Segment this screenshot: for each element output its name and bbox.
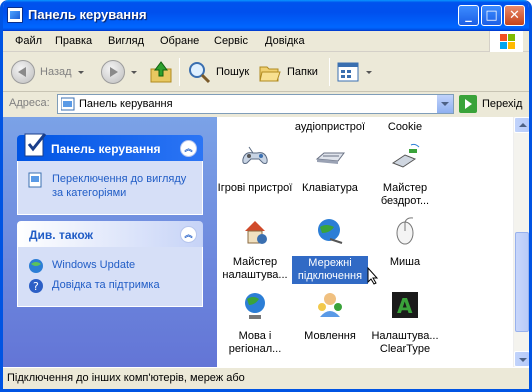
item-wireless-wizard[interactable]: Майстер бездрот...: [367, 141, 443, 208]
switch-to-category-view-link[interactable]: Переключення до вигляду за категоріями: [28, 172, 192, 200]
cleartype-icon: A: [392, 292, 418, 318]
folder-up-icon: [150, 61, 172, 83]
folders-label: Папки: [287, 66, 318, 78]
see-also-section-body: Windows Update ? Довідка та підтримка: [17, 247, 203, 307]
views-button[interactable]: [336, 59, 372, 85]
windows-update-icon: [29, 259, 43, 273]
content-area: Панель керування ︽ Переключення до вигля…: [3, 117, 529, 367]
control-panel-icon: [7, 7, 23, 23]
network-connections-icon: [318, 219, 343, 244]
see-also-section: Див. також ︽ Windows Update ? Довідка та…: [17, 221, 203, 307]
help-and-support-link[interactable]: ? Довідка та підтримка: [28, 278, 192, 293]
items-view: аудіопристрої Cookie Ігрові пристрої Кла…: [217, 117, 513, 367]
chevron-down-icon: [77, 70, 84, 74]
windows-update-link[interactable]: Windows Update: [28, 258, 192, 273]
menu-tools[interactable]: Сервіс: [214, 35, 248, 47]
chevron-down-icon: [366, 70, 372, 74]
see-also-title: Див. також: [29, 228, 94, 242]
address-bar: Адреса: Панель керування Перехід: [3, 92, 529, 116]
views-icon: [337, 62, 359, 82]
menu-edit[interactable]: Правка: [55, 35, 92, 47]
item-game-controllers[interactable]: Ігрові пристрої: [217, 141, 293, 195]
menu-bar: Файл Правка Вигляд Обране Сервіс Довідка: [3, 31, 529, 52]
item-mouse[interactable]: Миша: [367, 215, 443, 269]
control-panel-section: Панель керування ︽ Переключення до вигля…: [17, 133, 203, 215]
scroll-up-button[interactable]: [514, 117, 529, 133]
vertical-scrollbar[interactable]: [513, 117, 529, 367]
control-panel-section-title: Панель керування: [51, 142, 161, 156]
address-dropdown-button[interactable]: [436, 95, 453, 113]
svg-text:A: A: [397, 294, 413, 318]
menu-favorites[interactable]: Обране: [160, 35, 199, 47]
go-label: Перехід: [482, 98, 523, 110]
minimize-button[interactable]: _: [458, 5, 479, 26]
search-icon: [189, 62, 211, 84]
forward-arrow-icon: [101, 60, 125, 84]
window-title: Панель керування: [28, 7, 147, 22]
control-panel-icon: [24, 133, 47, 157]
title-bar[interactable]: Панель керування _ □ ✕: [3, 0, 529, 31]
maximize-button[interactable]: □: [481, 5, 502, 26]
address-label: Адреса:: [9, 97, 50, 109]
chevron-down-icon: [131, 70, 137, 74]
menu-file[interactable]: Файл: [15, 35, 42, 47]
item-network-connections[interactable]: Мережні підключення: [292, 215, 368, 284]
folders-button[interactable]: Папки: [258, 59, 318, 85]
scroll-thumb[interactable]: [515, 232, 529, 332]
go-arrow-icon: [459, 95, 477, 113]
item-cookie[interactable]: Cookie: [367, 117, 443, 134]
item-keyboard[interactable]: Клавіатура: [292, 141, 368, 195]
item-speech[interactable]: Мовлення: [292, 289, 368, 343]
control-panel-section-header[interactable]: Панель керування ︽: [17, 133, 203, 161]
category-view-icon: [28, 172, 42, 188]
menu-help[interactable]: Довідка: [265, 35, 305, 47]
up-button[interactable]: [149, 59, 173, 85]
control-panel-window: Панель керування _ □ ✕ Файл Правка Вигля…: [0, 0, 532, 392]
keyboard-icon: [315, 152, 345, 164]
go-button[interactable]: Перехід: [459, 94, 522, 114]
folders-icon: [259, 66, 281, 82]
address-value: Панель керування: [79, 98, 173, 110]
status-bar: Підключення до інших комп'ютерів, мереж …: [3, 367, 529, 389]
see-also-section-header[interactable]: Див. також ︽: [17, 221, 203, 247]
mouse-pointer-icon: [367, 267, 379, 285]
menu-view[interactable]: Вигляд: [108, 35, 144, 47]
search-button[interactable]: Пошук: [187, 59, 249, 85]
item-network-setup-wizard[interactable]: Майстер налаштува...: [217, 215, 293, 282]
forward-button[interactable]: [101, 59, 137, 85]
windows-logo-icon: [489, 31, 523, 52]
control-panel-section-body: Переключення до вигляду за категоріями: [17, 161, 203, 215]
mouse-icon: [396, 217, 414, 245]
network-setup-wizard-icon: [245, 221, 267, 244]
toolbar: Назад Пошук Папки: [3, 52, 529, 92]
collapse-button[interactable]: ︽: [180, 226, 197, 243]
regional-options-icon: [245, 293, 265, 319]
item-regional-options[interactable]: Мова і регіонал...: [217, 289, 293, 356]
help-icon: ?: [29, 279, 43, 293]
back-arrow-icon: [11, 60, 35, 84]
item-audio-devices[interactable]: аудіопристрої: [292, 117, 368, 134]
address-field[interactable]: Панель керування: [57, 94, 454, 114]
close-button[interactable]: ✕: [504, 5, 525, 26]
status-text: Підключення до інших комп'ютерів, мереж …: [7, 372, 245, 384]
svg-text:?: ?: [33, 280, 39, 293]
speech-icon: [318, 293, 342, 317]
control-panel-icon: [61, 97, 75, 111]
collapse-button[interactable]: ︽: [180, 140, 197, 157]
back-button[interactable]: Назад: [11, 59, 84, 85]
search-label: Пошук: [216, 66, 250, 78]
wireless-wizard-icon: [391, 143, 420, 168]
back-label: Назад: [40, 66, 72, 78]
game-controller-icon: [242, 146, 268, 164]
scroll-down-button[interactable]: [514, 351, 529, 367]
task-pane: Панель керування ︽ Переключення до вигля…: [3, 117, 217, 367]
item-cleartype[interactable]: A Налаштува... ClearType: [367, 289, 443, 356]
